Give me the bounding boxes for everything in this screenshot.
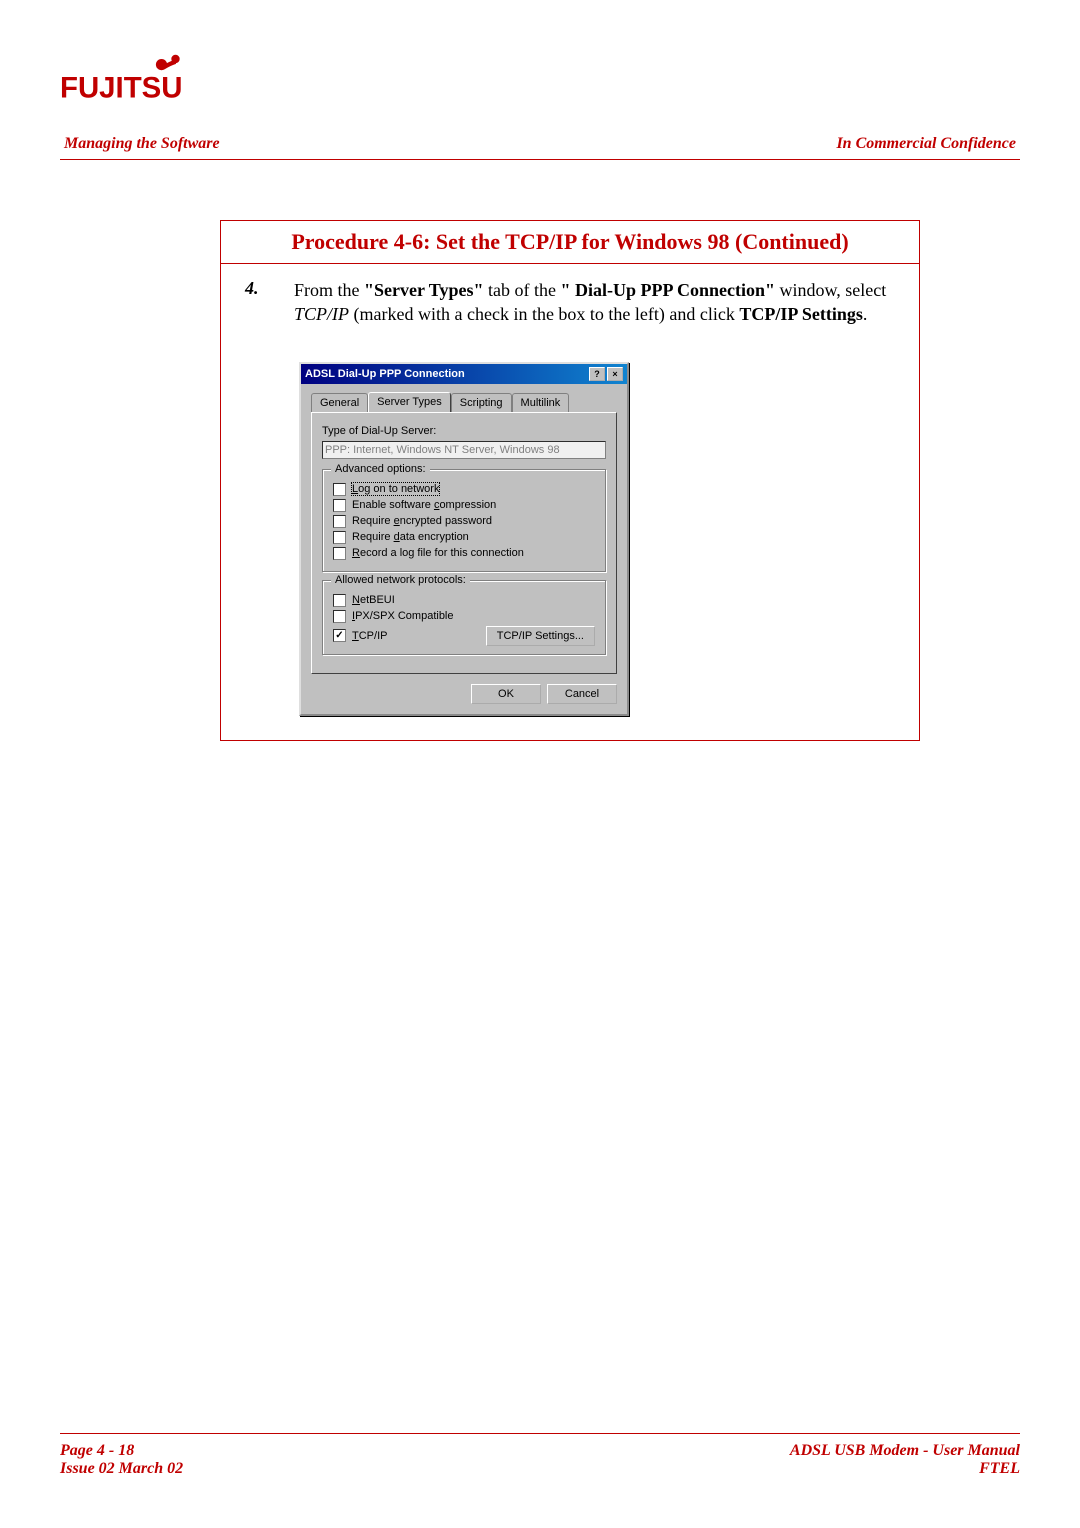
close-icon[interactable]: × xyxy=(607,367,623,381)
cancel-button[interactable]: Cancel xyxy=(547,684,617,704)
proto-ipx-spx[interactable]: IPX/SPX Compatible xyxy=(333,610,595,623)
header-right: In Commercial Confidence xyxy=(836,135,1016,153)
win98-dialog: ADSL Dial-Up PPP Connection ? × General … xyxy=(299,362,629,716)
advanced-options-group: Advanced options: Log on to network Enab… xyxy=(322,469,606,572)
procedure-title: Procedure 4-6: Set the TCP/IP for Window… xyxy=(221,221,920,264)
ok-button[interactable]: OK xyxy=(471,684,541,704)
logo: FUJITSU xyxy=(60,50,1020,115)
header-rule xyxy=(60,159,1020,160)
checkbox-icon[interactable] xyxy=(333,531,346,544)
checkbox-icon[interactable] xyxy=(333,629,346,642)
page-footer: Page 4 - 18 Issue 02 March 02 ADSL USB M… xyxy=(60,1433,1020,1478)
tab-server-types[interactable]: Server Types xyxy=(368,392,451,412)
tab-scripting[interactable]: Scripting xyxy=(451,393,512,413)
footer-right: ADSL USB Modem - User Manual FTEL xyxy=(790,1442,1020,1478)
dialog-titlebar[interactable]: ADSL Dial-Up PPP Connection ? × xyxy=(301,364,627,384)
proto-tcpip[interactable]: TCP/IP xyxy=(333,629,387,642)
checkbox-icon[interactable] xyxy=(333,499,346,512)
footer-rule xyxy=(60,1433,1020,1434)
dialog-title: ADSL Dial-Up PPP Connection xyxy=(305,368,465,380)
checkbox-icon[interactable] xyxy=(333,594,346,607)
opt-software-compression[interactable]: Enable software compression xyxy=(333,499,595,512)
tab-general[interactable]: General xyxy=(311,393,368,413)
content: Procedure 4-6: Set the TCP/IP for Window… xyxy=(220,220,920,741)
group-title-advanced: Advanced options: xyxy=(331,463,430,475)
opt-encrypted-password[interactable]: Require encrypted password xyxy=(333,515,595,528)
checkbox-icon[interactable] xyxy=(333,547,346,560)
tab-multilink[interactable]: Multilink xyxy=(512,393,570,413)
opt-record-log[interactable]: Record a log file for this connection xyxy=(333,547,595,560)
proto-netbeui[interactable]: NetBEUI xyxy=(333,594,595,607)
type-label: Type of Dial-Up Server: xyxy=(322,425,606,437)
step-text: From the "Server Types" tab of the " Dia… xyxy=(294,278,901,327)
tcpip-settings-button[interactable]: TCP/IP Settings... xyxy=(486,626,595,646)
fujitsu-logo-icon: FUJITSU xyxy=(60,50,200,110)
dialog-screenshot: ADSL Dial-Up PPP Connection ? × General … xyxy=(299,362,901,716)
checkbox-icon[interactable] xyxy=(333,515,346,528)
dialup-type-select[interactable]: PPP: Internet, Windows NT Server, Window… xyxy=(322,441,606,459)
checkbox-icon[interactable] xyxy=(333,610,346,623)
help-icon[interactable]: ? xyxy=(589,367,605,381)
procedure-body: 4. From the "Server Types" tab of the " … xyxy=(221,264,920,741)
protocols-group: Allowed network protocols: NetBEUI IPX/S… xyxy=(322,580,606,655)
procedure-table: Procedure 4-6: Set the TCP/IP for Window… xyxy=(220,220,920,741)
page-header: Managing the Software In Commercial Conf… xyxy=(60,135,1020,159)
footer-left: Page 4 - 18 Issue 02 March 02 xyxy=(60,1442,183,1478)
svg-text:FUJITSU: FUJITSU xyxy=(60,72,182,105)
step-number: 4. xyxy=(239,278,264,299)
group-title-protocols: Allowed network protocols: xyxy=(331,574,470,586)
checkbox-icon[interactable] xyxy=(333,483,346,496)
opt-data-encryption[interactable]: Require data encryption xyxy=(333,531,595,544)
dialog-tabs: General Server Types Scripting Multilink xyxy=(311,392,617,413)
tab-panel: Type of Dial-Up Server: PPP: Internet, W… xyxy=(311,412,617,674)
header-left: Managing the Software xyxy=(64,135,220,153)
opt-log-on-network[interactable]: Log on to network xyxy=(333,483,595,496)
